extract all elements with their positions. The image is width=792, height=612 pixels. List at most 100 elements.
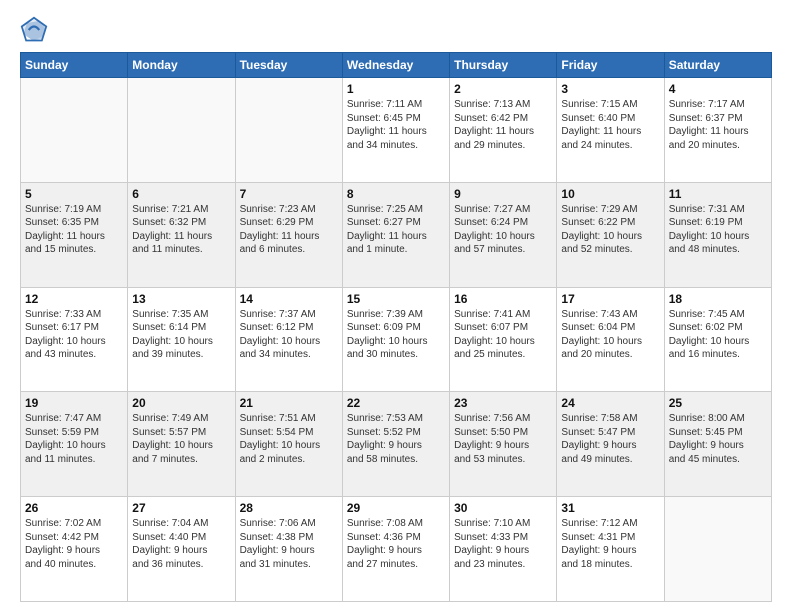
day-number: 7 [240,187,338,201]
day-info: Sunrise: 7:12 AMSunset: 4:31 PMDaylight:… [561,517,659,571]
day-cell: 19 Sunrise: 7:47 AMSunset: 5:59 PMDayligh… [21,392,128,497]
day-info: Sunrise: 7:08 AMSunset: 4:36 PMDaylight:… [347,517,445,571]
day-cell: 18 Sunrise: 7:45 AMSunset: 6:02 PMDayligh… [664,287,771,392]
day-cell: 22 Sunrise: 7:53 AMSunset: 5:52 PMDayligh… [342,392,449,497]
day-info: Sunrise: 7:15 AMSunset: 6:40 PMDaylight:… [561,98,659,152]
day-info: Sunrise: 7:53 AMSunset: 5:52 PMDaylight:… [347,412,445,466]
day-info: Sunrise: 7:43 AMSunset: 6:04 PMDaylight:… [561,308,659,362]
day-cell [235,78,342,183]
day-number: 31 [561,501,659,515]
day-cell: 25 Sunrise: 8:00 AMSunset: 5:45 PMDayligh… [664,392,771,497]
day-number: 20 [132,396,230,410]
day-number: 23 [454,396,552,410]
col-header-monday: Monday [128,53,235,78]
day-info: Sunrise: 7:47 AMSunset: 5:59 PMDaylight:… [25,412,123,466]
day-number: 12 [25,292,123,306]
day-number: 14 [240,292,338,306]
day-cell: 26 Sunrise: 7:02 AMSunset: 4:42 PMDayligh… [21,497,128,602]
day-cell: 4Sunrise: 7:17 AMSunset: 6:37 PMDaylight… [664,78,771,183]
col-header-tuesday: Tuesday [235,53,342,78]
day-info: Sunrise: 7:02 AMSunset: 4:42 PMDaylight:… [25,517,123,571]
day-number: 15 [347,292,445,306]
header [20,16,772,44]
day-number: 16 [454,292,552,306]
day-cell [128,78,235,183]
day-info: Sunrise: 7:29 AMSunset: 6:22 PMDaylight:… [561,203,659,257]
day-number: 27 [132,501,230,515]
col-header-wednesday: Wednesday [342,53,449,78]
week-row-2: 12Sunrise: 7:33 AMSunset: 6:17 PMDayligh… [21,287,772,392]
day-info: Sunrise: 7:27 AMSunset: 6:24 PMDaylight:… [454,203,552,257]
logo [20,16,52,44]
day-number: 30 [454,501,552,515]
day-number: 21 [240,396,338,410]
day-info: Sunrise: 7:49 AMSunset: 5:57 PMDaylight:… [132,412,230,466]
col-header-thursday: Thursday [450,53,557,78]
day-cell [664,497,771,602]
day-cell [21,78,128,183]
day-number: 10 [561,187,659,201]
day-number: 2 [454,82,552,96]
day-info: Sunrise: 7:45 AMSunset: 6:02 PMDaylight:… [669,308,767,362]
day-number: 9 [454,187,552,201]
logo-icon [20,16,48,44]
day-cell: 21Sunrise: 7:51 AMSunset: 5:54 PMDayligh… [235,392,342,497]
day-info: Sunrise: 7:39 AMSunset: 6:09 PMDaylight:… [347,308,445,362]
day-info: Sunrise: 7:23 AMSunset: 6:29 PMDaylight:… [240,203,338,257]
day-info: Sunrise: 8:00 AMSunset: 5:45 PMDaylight:… [669,412,767,466]
day-number: 25 [669,396,767,410]
day-info: Sunrise: 7:11 AMSunset: 6:45 PMDaylight:… [347,98,445,152]
day-cell: 29 Sunrise: 7:08 AMSunset: 4:36 PMDayligh… [342,497,449,602]
day-number: 26 [25,501,123,515]
day-number: 13 [132,292,230,306]
day-info: Sunrise: 7:19 AMSunset: 6:35 PMDaylight:… [25,203,123,257]
day-cell: 28 Sunrise: 7:06 AMSunset: 4:38 PMDayligh… [235,497,342,602]
page: SundayMondayTuesdayWednesdayThursdayFrid… [0,0,792,612]
week-row-3: 19 Sunrise: 7:47 AMSunset: 5:59 PMDayligh… [21,392,772,497]
day-number: 28 [240,501,338,515]
day-cell: 23Sunrise: 7:56 AMSunset: 5:50 PMDayligh… [450,392,557,497]
day-cell: 11 Sunrise: 7:31 AMSunset: 6:19 PMDayligh… [664,182,771,287]
day-cell: 24Sunrise: 7:58 AMSunset: 5:47 PMDayligh… [557,392,664,497]
day-info: Sunrise: 7:31 AMSunset: 6:19 PMDaylight:… [669,203,767,257]
day-number: 29 [347,501,445,515]
col-header-friday: Friday [557,53,664,78]
day-cell: 14 Sunrise: 7:37 AMSunset: 6:12 PMDayligh… [235,287,342,392]
day-number: 3 [561,82,659,96]
day-cell: 6Sunrise: 7:21 AMSunset: 6:32 PMDaylight… [128,182,235,287]
day-cell: 13Sunrise: 7:35 AMSunset: 6:14 PMDayligh… [128,287,235,392]
day-cell: 2 Sunrise: 7:13 AMSunset: 6:42 PMDaylight… [450,78,557,183]
day-cell: 17Sunrise: 7:43 AMSunset: 6:04 PMDayligh… [557,287,664,392]
day-cell: 30 Sunrise: 7:10 AMSunset: 4:33 PMDayligh… [450,497,557,602]
day-info: Sunrise: 7:41 AMSunset: 6:07 PMDaylight:… [454,308,552,362]
day-cell: 5 Sunrise: 7:19 AMSunset: 6:35 PMDaylight… [21,182,128,287]
day-number: 19 [25,396,123,410]
day-number: 1 [347,82,445,96]
header-row: SundayMondayTuesdayWednesdayThursdayFrid… [21,53,772,78]
day-info: Sunrise: 7:37 AMSunset: 6:12 PMDaylight:… [240,308,338,362]
day-cell: 3 Sunrise: 7:15 AMSunset: 6:40 PMDaylight… [557,78,664,183]
day-info: Sunrise: 7:13 AMSunset: 6:42 PMDaylight:… [454,98,552,152]
day-number: 8 [347,187,445,201]
day-number: 5 [25,187,123,201]
week-row-4: 26 Sunrise: 7:02 AMSunset: 4:42 PMDayligh… [21,497,772,602]
day-cell: 8 Sunrise: 7:25 AMSunset: 6:27 PMDaylight… [342,182,449,287]
day-number: 6 [132,187,230,201]
day-number: 18 [669,292,767,306]
day-info: Sunrise: 7:58 AMSunset: 5:47 PMDaylight:… [561,412,659,466]
day-cell: 27Sunrise: 7:04 AMSunset: 4:40 PMDayligh… [128,497,235,602]
day-info: Sunrise: 7:25 AMSunset: 6:27 PMDaylight:… [347,203,445,257]
day-cell: 1 Sunrise: 7:11 AMSunset: 6:45 PMDaylight… [342,78,449,183]
day-cell: 20 Sunrise: 7:49 AMSunset: 5:57 PMDayligh… [128,392,235,497]
day-info: Sunrise: 7:06 AMSunset: 4:38 PMDaylight:… [240,517,338,571]
col-header-sunday: Sunday [21,53,128,78]
day-cell: 9 Sunrise: 7:27 AMSunset: 6:24 PMDaylight… [450,182,557,287]
day-number: 22 [347,396,445,410]
col-header-saturday: Saturday [664,53,771,78]
week-row-1: 5 Sunrise: 7:19 AMSunset: 6:35 PMDaylight… [21,182,772,287]
day-cell: 12Sunrise: 7:33 AMSunset: 6:17 PMDayligh… [21,287,128,392]
calendar-table: SundayMondayTuesdayWednesdayThursdayFrid… [20,52,772,602]
day-number: 11 [669,187,767,201]
day-info: Sunrise: 7:17 AMSunset: 6:37 PMDaylight:… [669,98,767,152]
day-info: Sunrise: 7:10 AMSunset: 4:33 PMDaylight:… [454,517,552,571]
